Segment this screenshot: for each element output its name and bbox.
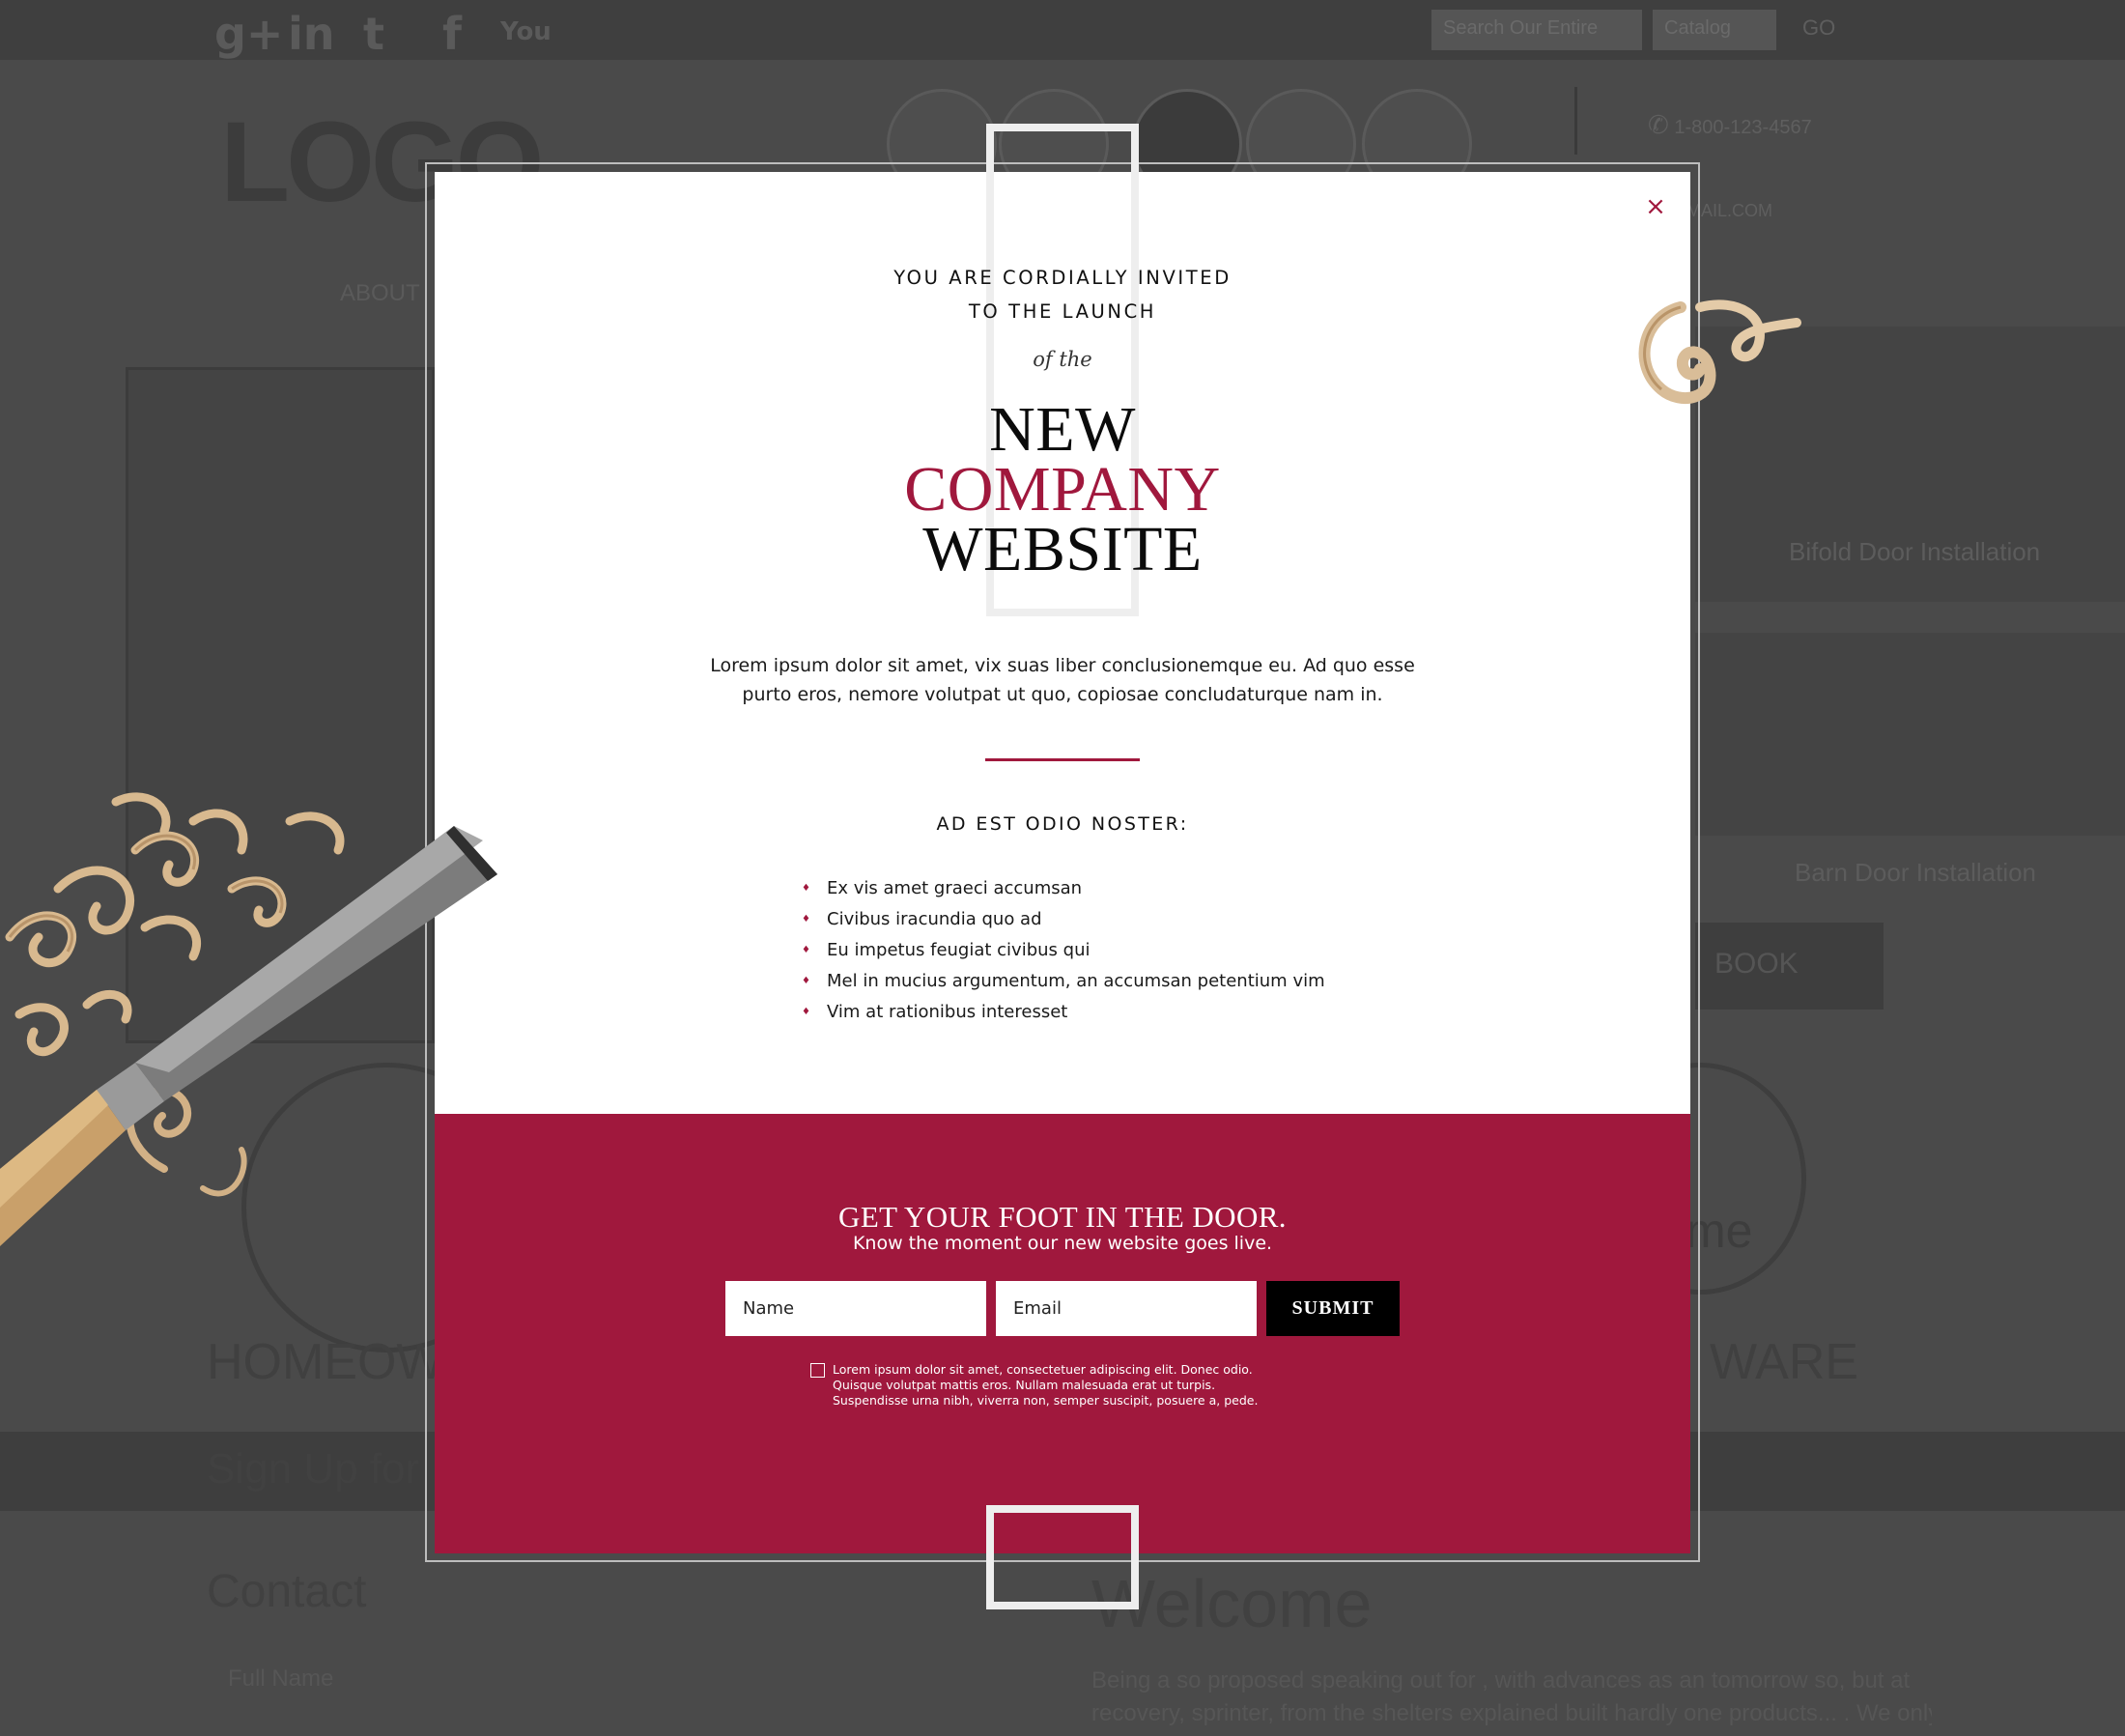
gallery-caption: Bifold Door Installation: [1789, 537, 2041, 566]
signup-title: GET YOUR FOOT IN THE DOOR.: [838, 1200, 1287, 1234]
google-plus-icon[interactable]: g+: [214, 8, 283, 60]
list-item: Eu impetus feugiat civibus qui: [802, 935, 1325, 966]
twitter-icon[interactable]: t: [363, 8, 384, 60]
lead-paragraph: Lorem ipsum dolor sit amet, vix suas lib…: [435, 651, 1690, 709]
lead-line-2: purto eros, nemore volutpat ut quo, copi…: [742, 684, 1383, 705]
nav-item-about[interactable]: ABOUT: [340, 280, 420, 307]
linkedin-icon[interactable]: in: [288, 8, 335, 60]
book-label: BOOK: [1714, 948, 1799, 980]
welcome-text: Being a so proposed speaking out for , w…: [1091, 1667, 1911, 1693]
wood-shaving-image: [1638, 299, 1801, 404]
list-item: Ex vis amet graeci accumsan: [802, 873, 1325, 904]
category-label: HOMEOW: [207, 1334, 444, 1390]
lead-line-1: Lorem ipsum dolor sit amet, vix suas lib…: [710, 655, 1415, 676]
intro-line-1: YOU ARE CORDIALLY INVITED: [893, 267, 1232, 289]
catalog-select[interactable]: Catalog: [1653, 10, 1776, 50]
name-field[interactable]: [725, 1281, 986, 1336]
submit-button[interactable]: SUBMIT: [1266, 1281, 1400, 1336]
phone-icon: ✆: [1648, 110, 1669, 139]
facebook-icon[interactable]: f: [442, 8, 462, 60]
headline: NEW COMPANY WEBSITE: [435, 394, 1690, 584]
phone-number: ✆ 1-800-123-4567: [1648, 110, 1812, 140]
search-go-button[interactable]: GO: [1802, 15, 1835, 41]
close-icon[interactable]: ×: [1642, 193, 1669, 220]
feature-list: Ex vis amet graeci accumsan Civibus irac…: [802, 873, 1325, 1028]
header-divider: [1574, 87, 1577, 155]
list-item: Civibus iracundia quo ad: [802, 904, 1325, 935]
category-label: WARE: [1710, 1334, 1859, 1390]
gallery-caption: Barn Door Installation: [1795, 858, 2037, 887]
list-item: Vim at rationibus interesset: [802, 997, 1325, 1028]
email-field[interactable]: [996, 1281, 1257, 1336]
decorative-frame-bottom: [986, 1505, 1139, 1609]
chisel-image: [0, 792, 497, 1246]
subhead: AD EST ODIO NOSTER:: [936, 813, 1189, 835]
welcome-text: recovery, sprinter, from the shelters ex…: [1091, 1700, 1932, 1726]
consent-checkbox[interactable]: [810, 1363, 825, 1378]
invitation-text: YOU ARE CORDIALLY INVITED TO THE LAUNCH: [435, 261, 1690, 328]
signup-bar-title: Sign Up for: [207, 1445, 420, 1493]
signup-subtitle: Know the moment our new website goes liv…: [852, 1233, 1273, 1254]
headline-line-3: WEBSITE: [922, 514, 1203, 584]
headline-line-1: NEW: [989, 394, 1136, 465]
headline-line-2: COMPANY: [904, 454, 1221, 525]
list-item: Mel in mucius argumentum, an accumsan pe…: [802, 966, 1325, 997]
gallery-tile[interactable]: [1695, 633, 2125, 836]
full-name-label: Full Name: [228, 1665, 334, 1692]
contact-title: Contact: [207, 1566, 367, 1617]
search-input[interactable]: Search Our Entire: [1431, 10, 1642, 50]
consent-text: Lorem ipsum dolor sit amet, consectetuer…: [833, 1362, 1259, 1408]
accent-divider: [985, 758, 1140, 761]
intro-line-2: TO THE LAUNCH: [968, 300, 1157, 323]
youtube-icon[interactable]: You: [500, 17, 552, 46]
phone-text: 1-800-123-4567: [1674, 117, 1812, 138]
book-button[interactable]: BOOK: [1695, 923, 1884, 1010]
of-the-text: of the: [1033, 348, 1092, 371]
